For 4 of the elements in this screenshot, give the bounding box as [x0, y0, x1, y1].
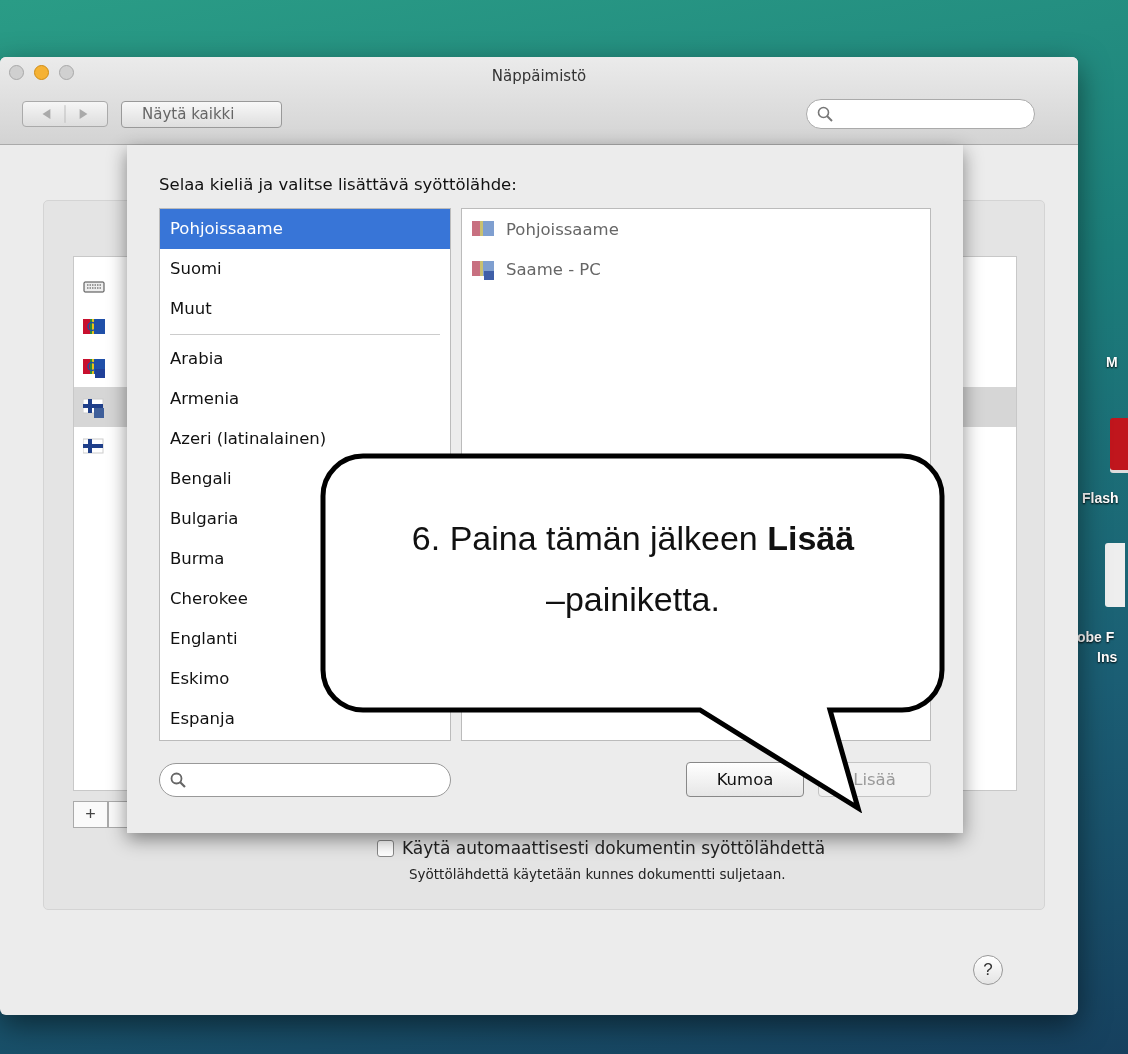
sheet-prompt: Selaa kieliä ja valitse lisättävä syöttölähde: [159, 175, 518, 194]
hint-text: Syöttölähdettä käytetään kunnes dokumentti suljetaan. [409, 866, 787, 882]
window-title: Näppäimistö [491, 67, 587, 85]
callout-text: 6. Paina tämän jälkeen Lisää –painiketta. [410, 518, 856, 620]
